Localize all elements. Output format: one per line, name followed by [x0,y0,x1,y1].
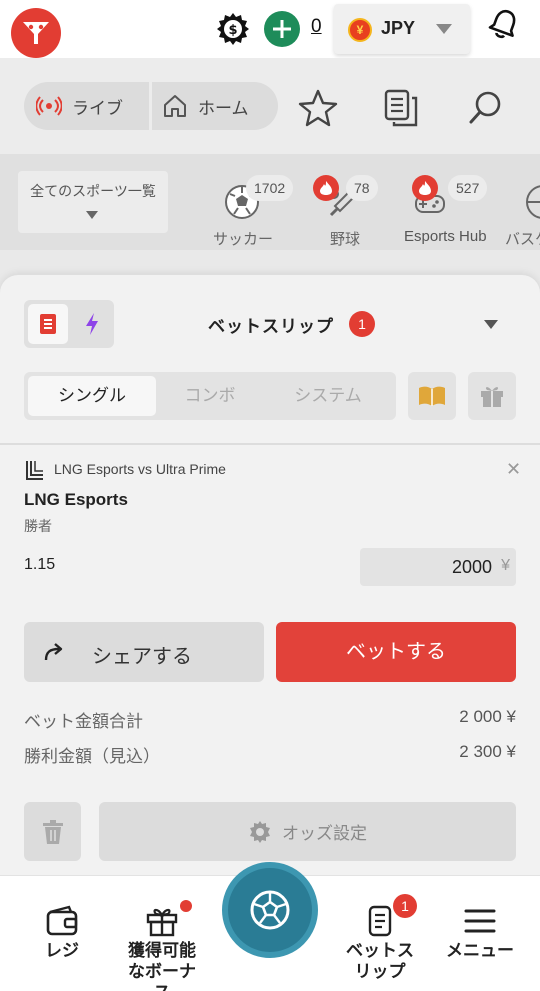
bonus-notification-dot [180,900,192,912]
sport-name-soccer: サッカー [213,231,274,248]
bet-market: 勝者 [24,518,52,534]
odds-settings-label: オッズ設定 [282,824,367,843]
list-icon [40,314,56,334]
potential-win-value: 2 300 ¥ [459,742,516,761]
sport-count-soccer: 1702 [246,175,294,201]
caret-down-icon [436,24,452,34]
live-broadcast-icon [36,96,62,116]
sport-name-baseball: 野球 [330,231,361,248]
bottom-nav: レジ 獲得可能なボーナス ベットスリップ 1 [0,862,540,991]
clear-betslip-button[interactable] [24,802,81,861]
bonus-gift-button[interactable] [468,372,516,420]
bet-history-icon[interactable] [382,88,422,128]
sport-item-basketball[interactable]: バスケ [505,166,540,250]
quick-bet-mode-button[interactable] [72,304,112,344]
nav-cashier-label: レジ [45,941,79,960]
sport-count-baseball: 78 [346,175,378,201]
brand-logo[interactable] [11,8,61,58]
home-label: ホーム [198,98,249,118]
tab-system[interactable]: システム [264,376,392,416]
section-divider [0,443,540,445]
betslip-mode-toggle [24,300,114,348]
share-label: シェアする [92,646,192,668]
add-funds-button[interactable] [264,11,300,47]
sport-name-basketball: バスケ [505,231,540,248]
all-sports-label: 全てのスポーツ一覧 [30,183,156,199]
tab-combo[interactable]: コンボ [146,376,274,416]
hot-fire-icon [313,175,339,201]
nav-betslip-label: ベットスリップ [346,941,414,981]
gear-icon [250,820,270,843]
sport-item-baseball[interactable]: 78 野球 [312,166,392,250]
share-button[interactable]: シェアする [24,622,264,682]
sport-count-esports: 527 [448,175,488,201]
sport-item-soccer[interactable]: 1702 サッカー [210,166,294,250]
search-icon[interactable] [466,88,506,128]
nav-cashier[interactable]: レジ [34,904,90,961]
sport-name-esports: Esports Hub [404,228,487,245]
betslip-nav-badge: 1 [393,894,417,918]
share-arrow-icon [44,643,63,661]
betslip-title[interactable]: ベットスリップ [208,312,334,337]
yen-coin-icon: ¥ [348,18,372,42]
favorites-star-icon[interactable] [298,88,338,128]
betslip-document-icon [368,905,392,937]
logo-icon [23,22,49,44]
sports-strip: 全てのスポーツ一覧 1702 サッカー 78 野球 527 Esports Hu… [0,154,540,250]
betslip-panel: ベットスリップ 1 シングル コンボ システム LNG Esports vs U… [0,275,540,875]
tab-single[interactable]: シングル [28,376,156,416]
basketball-icon [526,185,540,219]
hamburger-menu-icon [464,909,496,933]
soccer-ball-icon [250,890,290,930]
wallet-icon [46,905,78,936]
nav-bonuses-label: 獲得可能なボーナス [128,941,196,991]
home-button[interactable]: ホーム [162,92,249,120]
all-sports-dropdown[interactable]: 全てのスポーツ一覧 [18,171,168,233]
nav-menu-label: メニュー [446,941,514,960]
svg-text:$: $ [228,23,237,38]
potential-win-label: 勝利金額（見込） [24,747,160,766]
currency-label: JPY [381,18,416,38]
match-title: LNG Esports vs Ultra Prime [54,461,226,477]
total-stake-label: ベット金額合計 [24,712,143,731]
caret-down-icon [86,211,98,219]
sport-item-esports[interactable]: 527 Esports Hub [402,166,502,250]
bet-odds: 1.15 [24,556,56,573]
place-bet-button[interactable]: ベットする [276,622,516,682]
sports-home-button[interactable] [222,862,318,958]
notification-bell-icon[interactable] [486,6,522,42]
plus-icon [273,20,291,38]
balance-amount[interactable]: 0 [311,16,322,38]
bet-type-tabs: シングル コンボ システム [24,372,396,420]
total-stake-value: 2 000 ¥ [459,707,516,726]
deposit-dollar-icon[interactable]: $ [216,12,250,46]
lightning-bolt-icon [86,313,98,335]
gift-icon [481,387,503,407]
main-nav: ライブ ホーム [0,58,540,154]
currency-selector[interactable]: ¥ JPY [334,4,470,54]
open-book-icon [419,386,445,406]
live-button[interactable]: ライブ [36,92,123,120]
pill-divider [149,82,152,130]
rules-button[interactable] [408,372,456,420]
hot-fire-icon [412,175,438,201]
stake-value: 2000 [451,557,492,577]
remove-bet-close-icon[interactable]: ✕ [506,459,521,480]
nav-menu[interactable]: メニュー [440,904,520,961]
bet-selection: LNG Esports [24,490,128,509]
nav-bonuses[interactable]: 獲得可能なボーナス [122,904,202,991]
betslip-count-badge: 1 [349,311,375,337]
trash-icon [42,819,63,844]
gift-icon [146,908,178,937]
stake-currency: ¥ [501,557,510,574]
top-header: $ 0 ¥ JPY [0,0,540,58]
live-label: ライブ [72,98,123,118]
league-logo-icon [26,461,43,480]
standard-mode-button[interactable] [28,304,68,344]
stake-input[interactable]: 2000 ¥ [360,548,516,586]
collapse-caret-icon[interactable] [484,320,498,329]
odds-settings-button[interactable]: オッズ設定 [99,802,516,861]
home-icon [164,95,186,117]
